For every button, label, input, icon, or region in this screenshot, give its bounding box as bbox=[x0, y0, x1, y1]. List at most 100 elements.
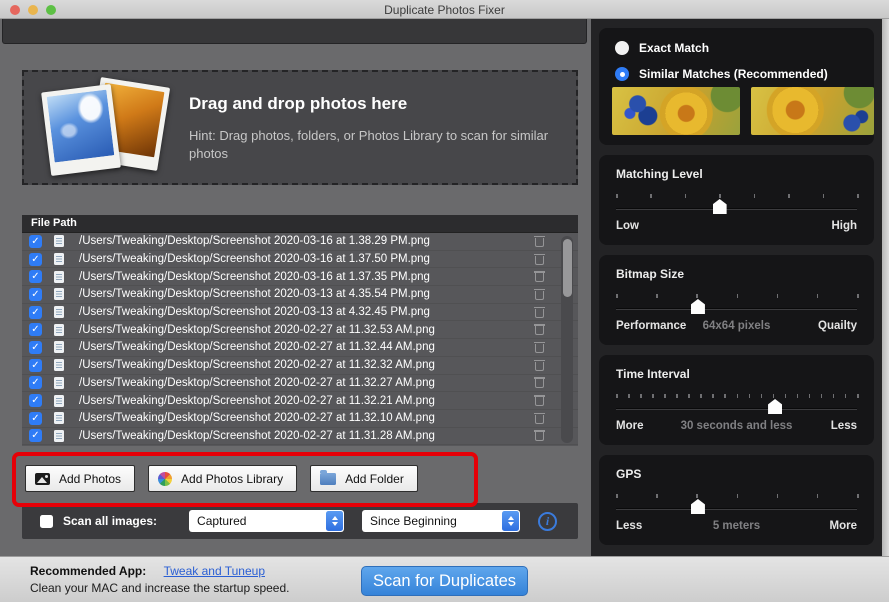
file-list: File Path /Users/Tweaking/Desktop/Screen… bbox=[22, 215, 578, 446]
file-list-row[interactable]: /Users/Tweaking/Desktop/Screenshot 2020-… bbox=[22, 357, 578, 375]
file-path-text: /Users/Tweaking/Desktop/Screenshot 2020-… bbox=[79, 395, 435, 407]
slider-tick bbox=[761, 394, 763, 398]
slider-right-label: High bbox=[831, 220, 857, 232]
exact-match-label: Exact Match bbox=[639, 41, 709, 55]
trash-icon[interactable] bbox=[535, 289, 544, 300]
trash-icon[interactable] bbox=[535, 236, 544, 247]
slider-thumb[interactable] bbox=[691, 299, 705, 314]
add-photos-library-label: Add Photos Library bbox=[181, 472, 283, 486]
trash-icon[interactable] bbox=[535, 324, 544, 335]
window-right-edge bbox=[882, 19, 889, 556]
file-list-scrollbar[interactable] bbox=[561, 236, 573, 443]
trash-icon[interactable] bbox=[535, 342, 544, 353]
tweak-and-tuneup-link[interactable]: Tweak and Tuneup bbox=[164, 564, 265, 578]
scan-options-bar: Scan all images: Captured Since Beginnin… bbox=[22, 503, 578, 539]
trash-icon[interactable] bbox=[535, 271, 544, 282]
radio-icon[interactable] bbox=[615, 41, 629, 55]
row-checkbox[interactable] bbox=[29, 359, 42, 372]
slider-tick bbox=[696, 294, 698, 298]
slider-track[interactable] bbox=[616, 493, 857, 515]
file-list-row[interactable]: /Users/Tweaking/Desktop/Screenshot 2020-… bbox=[22, 410, 578, 428]
slider-tick bbox=[676, 394, 678, 398]
date-range-dropdown-value: Since Beginning bbox=[362, 514, 457, 528]
slider-card-matching-level: Matching Level Low High bbox=[599, 155, 874, 245]
row-checkbox[interactable] bbox=[29, 429, 42, 442]
slider-tick bbox=[857, 494, 859, 498]
slider-title: Matching Level bbox=[616, 167, 703, 181]
similar-matches-label: Similar Matches (Recommended) bbox=[639, 67, 828, 81]
slider-track[interactable] bbox=[616, 393, 857, 415]
slider-track[interactable] bbox=[616, 193, 857, 215]
file-list-row[interactable]: /Users/Tweaking/Desktop/Screenshot 2020-… bbox=[22, 233, 578, 251]
trash-icon[interactable] bbox=[535, 377, 544, 388]
add-folder-button[interactable]: Add Folder bbox=[310, 465, 418, 492]
slider-right-label: Less bbox=[831, 420, 857, 432]
toolbar-strip bbox=[2, 19, 587, 44]
row-checkbox[interactable] bbox=[29, 376, 42, 389]
file-list-row[interactable]: /Users/Tweaking/Desktop/Screenshot 2020-… bbox=[22, 268, 578, 286]
title-bar: Duplicate Photos Fixer bbox=[0, 0, 889, 19]
trash-icon[interactable] bbox=[535, 413, 544, 424]
slider-title: Time Interval bbox=[616, 367, 690, 381]
similar-matches-option[interactable]: Similar Matches (Recommended) bbox=[615, 67, 828, 81]
trash-icon[interactable] bbox=[535, 307, 544, 318]
document-icon bbox=[54, 306, 64, 318]
slider-tick bbox=[685, 194, 687, 198]
slider-tick bbox=[754, 194, 756, 198]
scan-all-images-checkbox[interactable] bbox=[40, 515, 53, 528]
slider-tick bbox=[777, 494, 779, 498]
row-checkbox[interactable] bbox=[29, 323, 42, 336]
file-list-row[interactable]: /Users/Tweaking/Desktop/Screenshot 2020-… bbox=[22, 339, 578, 357]
file-list-row[interactable]: /Users/Tweaking/Desktop/Screenshot 2020-… bbox=[22, 428, 578, 445]
slider-thumb[interactable] bbox=[691, 499, 705, 514]
captured-dropdown-value: Captured bbox=[189, 514, 246, 528]
trash-icon[interactable] bbox=[535, 254, 544, 265]
file-list-row[interactable]: /Users/Tweaking/Desktop/Screenshot 2020-… bbox=[22, 286, 578, 304]
settings-panel: Exact Match Similar Matches (Recommended… bbox=[591, 19, 882, 556]
trash-icon[interactable] bbox=[535, 430, 544, 441]
slider-track[interactable] bbox=[616, 293, 857, 315]
file-list-row[interactable]: /Users/Tweaking/Desktop/Screenshot 2020-… bbox=[22, 392, 578, 410]
add-photos-button[interactable]: Add Photos bbox=[25, 465, 135, 492]
slider-tick bbox=[797, 394, 799, 398]
row-checkbox[interactable] bbox=[29, 412, 42, 425]
slider-tick bbox=[616, 494, 618, 498]
info-icon[interactable]: i bbox=[538, 512, 557, 531]
row-checkbox[interactable] bbox=[29, 341, 42, 354]
file-list-row[interactable]: /Users/Tweaking/Desktop/Screenshot 2020-… bbox=[22, 321, 578, 339]
slider-tick bbox=[857, 394, 859, 398]
scrollbar-thumb[interactable] bbox=[563, 239, 572, 297]
slider-tick bbox=[656, 494, 658, 498]
folder-icon bbox=[320, 473, 336, 485]
file-path-text: /Users/Tweaking/Desktop/Screenshot 2020-… bbox=[79, 341, 435, 353]
row-checkbox[interactable] bbox=[29, 235, 42, 248]
slider-tick bbox=[696, 494, 698, 498]
slider-thumb[interactable] bbox=[768, 399, 782, 414]
slider-right-label: More bbox=[830, 520, 857, 532]
slider-title: GPS bbox=[616, 467, 641, 481]
row-checkbox[interactable] bbox=[29, 270, 42, 283]
radio-selected-icon[interactable] bbox=[615, 67, 629, 81]
slider-left-label: Low bbox=[616, 220, 639, 232]
file-list-row[interactable]: /Users/Tweaking/Desktop/Screenshot 2020-… bbox=[22, 304, 578, 322]
document-icon bbox=[54, 395, 64, 407]
file-list-row[interactable]: /Users/Tweaking/Desktop/Screenshot 2020-… bbox=[22, 251, 578, 269]
row-checkbox[interactable] bbox=[29, 394, 42, 407]
trash-icon[interactable] bbox=[535, 395, 544, 406]
row-checkbox[interactable] bbox=[29, 288, 42, 301]
row-checkbox[interactable] bbox=[29, 306, 42, 319]
add-photos-library-button[interactable]: Add Photos Library bbox=[148, 465, 297, 492]
recommended-app-subtitle: Clean your MAC and increase the startup … bbox=[30, 581, 289, 595]
slider-thumb[interactable] bbox=[713, 199, 727, 214]
slider-tick bbox=[688, 394, 690, 398]
slider-card-gps: GPS Less 5 meters More bbox=[599, 455, 874, 545]
slider-tick bbox=[712, 394, 714, 398]
captured-dropdown[interactable]: Captured bbox=[189, 510, 344, 532]
exact-match-option[interactable]: Exact Match bbox=[615, 41, 709, 55]
file-list-row[interactable]: /Users/Tweaking/Desktop/Screenshot 2020-… bbox=[22, 375, 578, 393]
date-range-dropdown[interactable]: Since Beginning bbox=[362, 510, 520, 532]
trash-icon[interactable] bbox=[535, 360, 544, 371]
scan-for-duplicates-button[interactable]: Scan for Duplicates bbox=[361, 566, 528, 596]
row-checkbox[interactable] bbox=[29, 253, 42, 266]
dropzone[interactable]: Drag and drop photos here Hint: Drag pho… bbox=[22, 70, 578, 185]
